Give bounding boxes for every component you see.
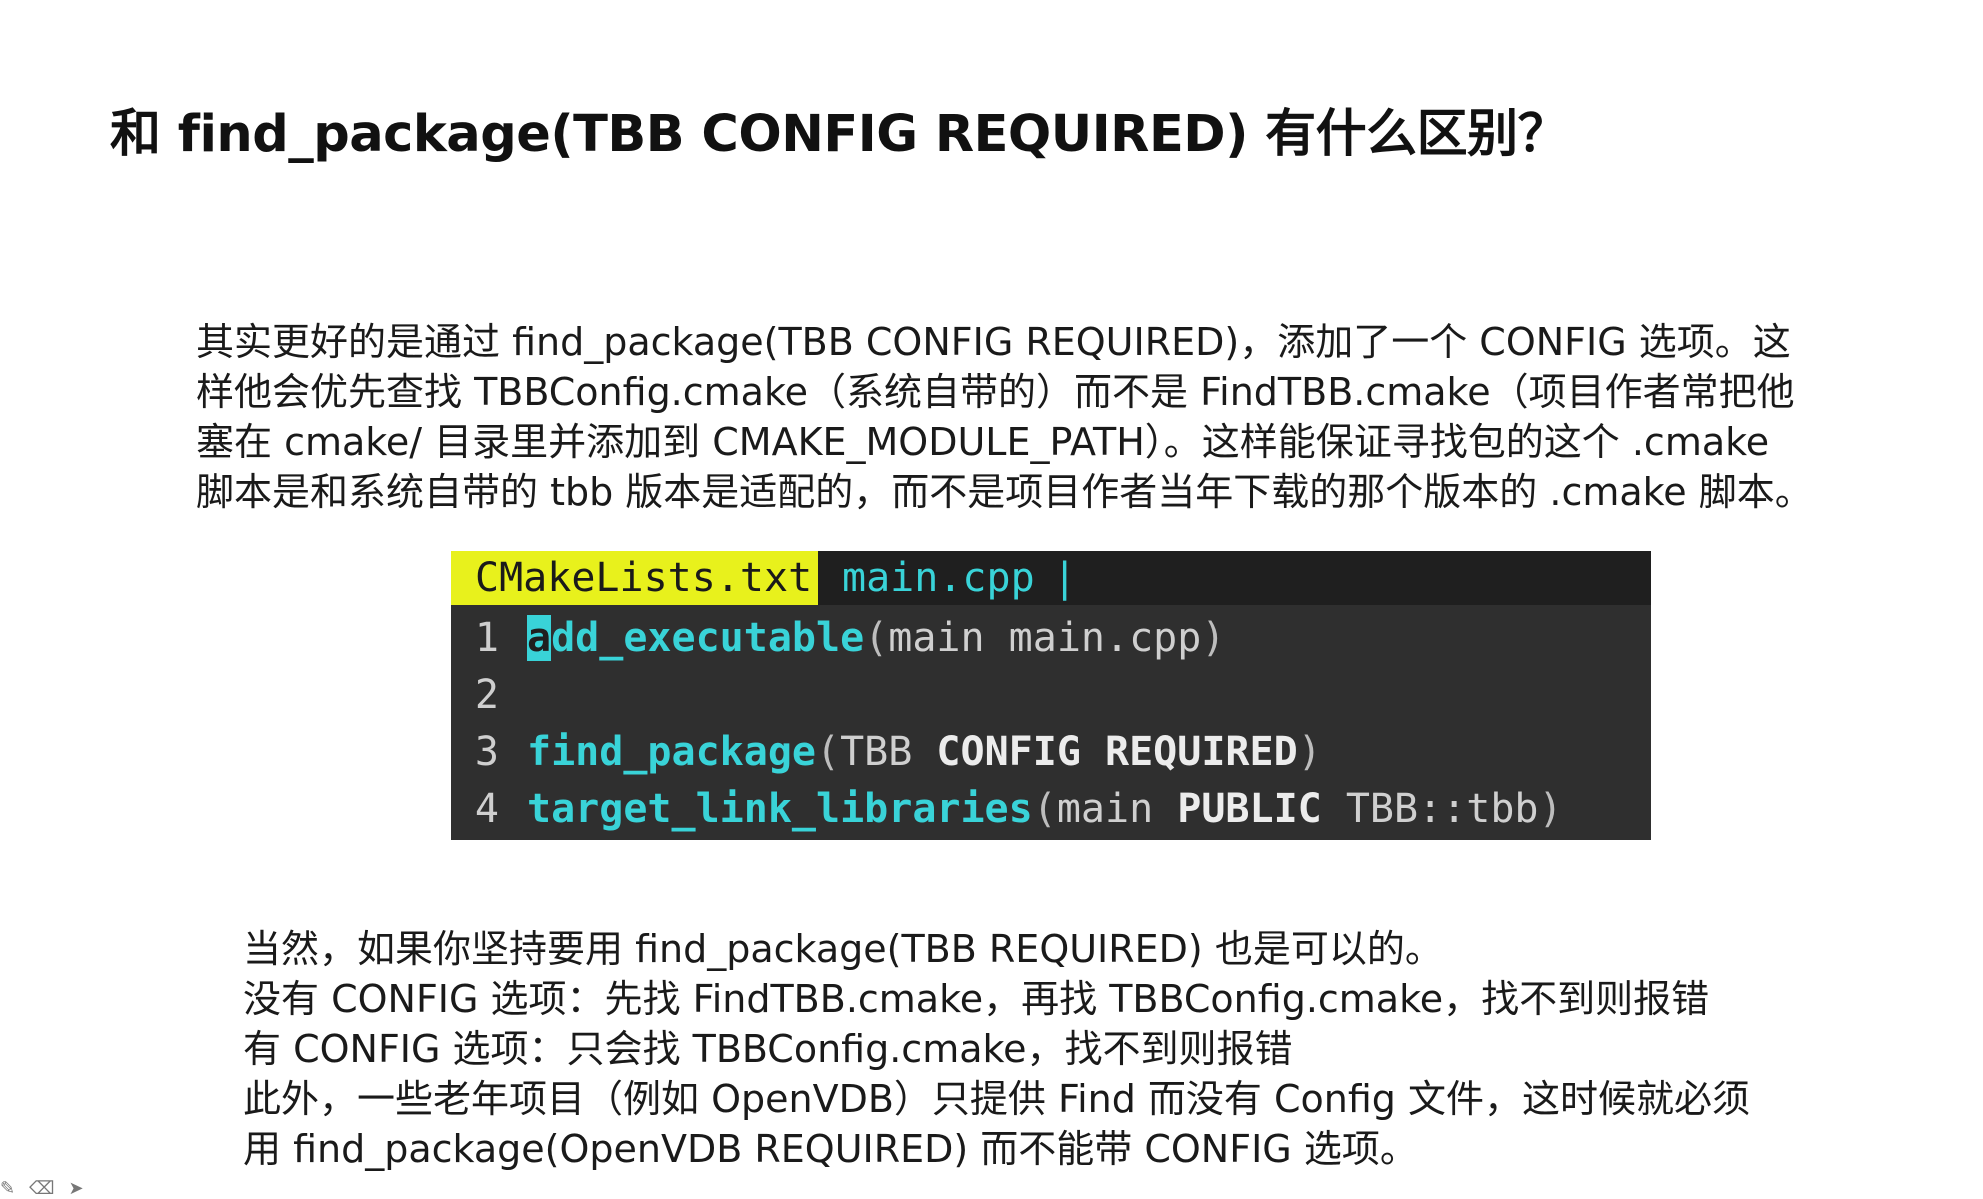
code-lines: 1 a dd_executable(main main.cpp) 2 3 find_p… (451, 605, 1651, 837)
keyword: PUBLIC (1177, 785, 1322, 832)
code-line: 2 (451, 666, 1651, 723)
paragraph-line: 有 CONFIG 选项：只会找 TBBConfig.cmake，找不到则报错 (243, 1027, 1293, 1071)
line-number: 4 (474, 785, 499, 832)
paragraph-line: 用 find_package(OpenVDB REQUIRED) 而不能带 CO… (243, 1127, 1418, 1171)
keyword: REQUIRED (1105, 728, 1298, 775)
pen-icon[interactable]: ✎ (0, 1178, 15, 1199)
open-paren: ( (815, 728, 841, 775)
paragraph-line: 当然，如果你坚持要用 find_package(TBB REQUIRED) 也是… (243, 927, 1443, 971)
open-paren: ( (1032, 785, 1057, 832)
pointer-icon[interactable]: ➤ (69, 1178, 84, 1199)
cmake-command: target_link_libraries (527, 785, 1033, 832)
close-paren: ) (1538, 785, 1563, 832)
notes-paragraph: 当然，如果你坚持要用 find_package(TBB REQUIRED) 也是… (243, 924, 1943, 1174)
open-paren: ( (864, 614, 889, 661)
command-args: main main.cpp (888, 614, 1202, 661)
code-line: 4 target_link_libraries(main PUBLIC TBB::… (451, 780, 1651, 837)
presentation-toolbar: ✎ ⌫ ➤ (0, 1178, 84, 1199)
paragraph-line: 塞在 cmake/ 目录里并添加到 CMAKE_MODULE_PATH）。这样能… (196, 420, 1770, 464)
slide-title: 和 find_package(TBB CONFIG REQUIRED) 有什么区… (110, 105, 1569, 164)
paragraph-line: 其实更好的是通过 find_package(TBB CONFIG REQUIRE… (196, 320, 1791, 364)
tab-label: main.cpp (842, 555, 1035, 601)
tab-label: CMakeLists.txt (475, 555, 813, 601)
code-line: 1 a dd_executable(main main.cpp) (451, 609, 1651, 666)
command-arg: TBB (840, 728, 937, 775)
cmake-command: find_package (527, 728, 816, 775)
line-number: 2 (474, 671, 499, 718)
eraser-icon[interactable]: ⌫ (29, 1178, 54, 1199)
keyword: CONFIG (936, 728, 1081, 775)
close-paren: ) (1201, 614, 1226, 661)
cmake-command: dd_executable (551, 614, 865, 661)
paragraph-line: 样他会优先查找 TBBConfig.cmake（系统自带的）而不是 FindTB… (196, 370, 1795, 414)
line-number: 1 (474, 614, 499, 661)
text-cursor: a (527, 614, 552, 661)
tab-main-cpp[interactable]: main.cpp | (818, 551, 1101, 605)
close-paren: ) (1297, 728, 1322, 775)
command-arg: main (1056, 785, 1178, 832)
paragraph-line: 没有 CONFIG 选项：先找 FindTBB.cmake，再找 TBBConf… (243, 977, 1710, 1021)
tab-cmakelists[interactable]: CMakeLists.txt (451, 551, 818, 605)
line-number: 3 (474, 728, 499, 775)
command-arg: TBB::tbb (1321, 785, 1539, 832)
watermark (1743, 30, 1943, 70)
editor-tab-bar: CMakeLists.txt main.cpp | (451, 551, 1651, 605)
paragraph-line: 脚本是和系统自带的 tbb 版本是适配的，而不是项目作者当年下载的那个版本的 .… (196, 470, 1813, 514)
intro-paragraph: 其实更好的是通过 find_package(TBB CONFIG REQUIRE… (196, 317, 1916, 517)
code-editor-screenshot: CMakeLists.txt main.cpp | 1 a dd_executabl… (451, 551, 1651, 840)
code-line: 3 find_package(TBB CONFIG REQUIRED) (451, 723, 1651, 780)
tab-separator: | (1052, 555, 1077, 601)
paragraph-line: 此外，一些老年项目（例如 OpenVDB）只提供 Find 而没有 Config… (243, 1077, 1750, 1121)
